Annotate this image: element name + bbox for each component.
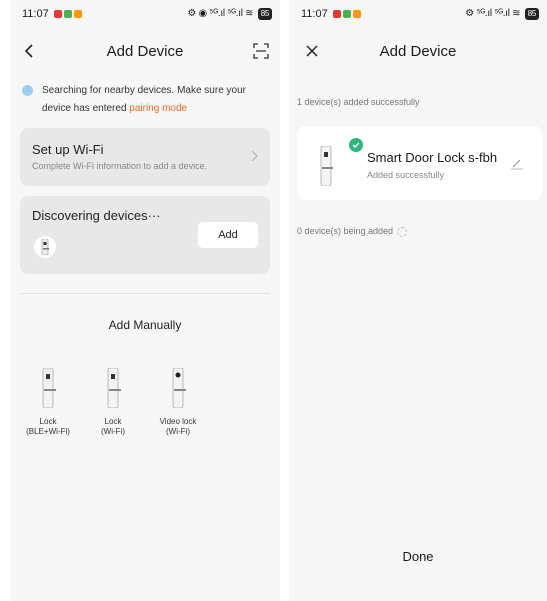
- divider: [20, 293, 270, 294]
- added-count-label: 1 device(s) added successfully: [297, 97, 420, 107]
- status-time: 11:07: [301, 8, 328, 20]
- lock-option-sublabel: (Wi-Fi): [166, 427, 190, 436]
- done-button[interactable]: Done: [289, 548, 547, 565]
- status-bar: 11:07 ⚙ ◉ ⁵ᴳ.ıl ⁵ᴳ.ıl ≋ 85: [22, 8, 272, 24]
- add-button[interactable]: Add: [198, 222, 258, 248]
- lock-option-label: Video lock: [159, 417, 197, 426]
- setup-wifi-card[interactable]: Set up Wi-Fi Complete Wi-Fi information …: [20, 128, 270, 186]
- smart-lock-icon: [42, 367, 56, 409]
- device-status: Added successfully: [367, 170, 445, 180]
- discovering-title: Discovering devices···: [32, 208, 161, 223]
- chevron-right-icon: [251, 150, 258, 162]
- signal-icons: ⚙ ⁵ᴳ.ıl ⁵ᴳ.ıl ≋: [465, 8, 521, 19]
- discovering-devices-card: Discovering devices··· Add: [20, 196, 270, 274]
- system-icons: ⚙ ◉ ⁵ᴳ.ıl ⁵ᴳ.ıl ≋ 85: [187, 8, 272, 20]
- lock-option-sublabel: (Wi-Fi): [101, 427, 125, 436]
- smart-lock-icon: [41, 239, 49, 255]
- smart-lock-icon: [320, 146, 333, 186]
- notification-icon: [343, 10, 351, 18]
- page-title: Add Device: [379, 43, 457, 60]
- success-check-icon: [349, 138, 363, 152]
- add-device-screen-success: 11:07 ⚙ ⁵ᴳ.ıl ⁵ᴳ.ıl ≋ 85 Add Device 1 de…: [289, 0, 547, 601]
- battery-icon: 85: [524, 8, 539, 20]
- device-name: Smart Door Lock s-fbh: [367, 150, 498, 165]
- lock-option-sublabel: (BLE+Wi-Fi): [26, 427, 70, 436]
- scan-icon: [253, 43, 269, 59]
- wifi-card-subtitle: Complete Wi-Fi information to add a devi…: [32, 161, 208, 171]
- app-header: Add Device: [10, 36, 280, 66]
- discovered-device[interactable]: [34, 236, 56, 258]
- page-title: Add Device: [106, 43, 184, 60]
- notification-icon: [74, 10, 82, 18]
- battery-icon: 85: [257, 8, 272, 20]
- search-status: Searching for nearby devices. Make sure …: [22, 82, 262, 118]
- edit-icon[interactable]: [510, 156, 524, 170]
- notification-icon: [333, 10, 341, 18]
- lock-option-label: Lock: [39, 417, 57, 426]
- lock-option-label: Lock: [104, 417, 122, 426]
- lock-wifi-option[interactable]: Lock (Wi-Fi): [83, 367, 143, 437]
- video-lock-icon: [172, 367, 186, 409]
- status-time: 11:07: [22, 8, 49, 20]
- wifi-card-title: Set up Wi-Fi: [32, 142, 104, 157]
- notification-icon: [64, 10, 72, 18]
- notification-icon: [54, 10, 62, 18]
- system-icons: ⚙ ⁵ᴳ.ıl ⁵ᴳ.ıl ≋ 85: [465, 8, 539, 20]
- adding-count-label: 0 device(s) being added: [297, 226, 408, 237]
- scan-button[interactable]: [250, 40, 272, 62]
- lock-ble-wifi-option[interactable]: Lock (BLE+Wi-Fi): [18, 367, 78, 437]
- signal-icons: ⚙ ◉ ⁵ᴳ.ıl ⁵ᴳ.ıl ≋: [187, 8, 254, 19]
- smart-lock-icon: [107, 367, 121, 409]
- added-device-card: Smart Door Lock s-fbh Added successfully: [297, 126, 542, 200]
- notification-icon: [353, 10, 361, 18]
- app-header: Add Device: [289, 36, 547, 66]
- notification-icons: [333, 10, 361, 18]
- status-bar: 11:07 ⚙ ⁵ᴳ.ıl ⁵ᴳ.ıl ≋ 85: [301, 8, 539, 24]
- pairing-mode-link[interactable]: pairing mode: [129, 103, 187, 114]
- loading-spinner-icon: [397, 226, 408, 237]
- add-manually-title: Add Manually: [108, 318, 182, 332]
- notification-icons: [54, 10, 82, 18]
- searching-indicator-icon: [22, 85, 33, 96]
- video-lock-wifi-option[interactable]: Video lock (Wi-Fi): [148, 367, 208, 437]
- add-device-screen-discovering: 11:07 ⚙ ◉ ⁵ᴳ.ıl ⁵ᴳ.ıl ≋ 85 Add Device Se…: [10, 0, 280, 601]
